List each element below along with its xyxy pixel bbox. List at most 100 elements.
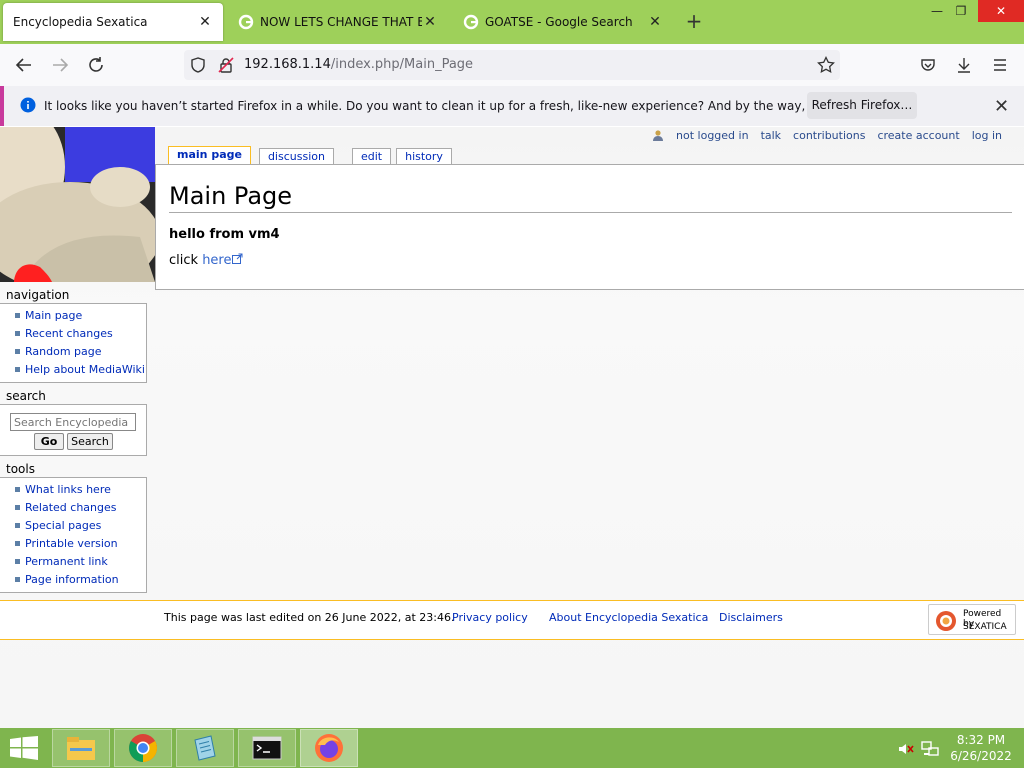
tools-related-changes-link[interactable]: Related changes (0, 500, 146, 518)
clock-date: 6/26/2022 (950, 749, 1012, 763)
tab-main-page[interactable]: main page (168, 146, 251, 164)
search-portlet: Go Search (0, 404, 147, 456)
here-external-link[interactable]: here (202, 253, 231, 268)
tab-now-lets-change-that-bg[interactable]: NOW LETS CHANGE THAT BG ✕ (228, 3, 448, 41)
shield-icon[interactable] (190, 57, 206, 73)
address-bar[interactable]: 192.168.1.14/index.php/Main_Page (184, 50, 840, 80)
nav-main-page-link[interactable]: Main page (0, 308, 146, 326)
close-notification-icon[interactable]: ✕ (994, 96, 1009, 117)
tab-title: Encyclopedia Sexatica (13, 15, 148, 29)
taskbar-notepad[interactable] (176, 729, 234, 767)
create-account-link[interactable]: create account (877, 129, 959, 142)
url-text: 192.168.1.14/index.php/Main_Page (244, 57, 473, 72)
powered-by-badge[interactable]: Powered by SEXATICA (928, 604, 1016, 635)
terminal-icon (252, 736, 282, 760)
windows-taskbar: 8:32 PM 6/26/2022 (0, 728, 1024, 768)
app-menu-button[interactable] (987, 53, 1013, 77)
search-input[interactable] (10, 413, 136, 431)
about-link[interactable]: About Encyclopedia Sexatica (549, 611, 708, 624)
nav-help-link[interactable]: Help about MediaWiki (0, 362, 146, 380)
go-button[interactable]: Go (34, 433, 64, 450)
reload-button[interactable] (83, 53, 109, 77)
page-title: Main Page (169, 182, 1012, 213)
tools-heading: tools (6, 462, 35, 476)
network-icon[interactable] (921, 740, 939, 761)
sunflower-logo-icon (936, 611, 956, 631)
tools-permanent-link[interactable]: Permanent link (0, 554, 146, 572)
forward-button[interactable] (47, 53, 73, 77)
tools-special-pages-link[interactable]: Special pages (0, 518, 146, 536)
taskbar-file-explorer[interactable] (52, 729, 110, 767)
log-in-link[interactable]: log in (972, 129, 1002, 142)
tools-portlet: What links here Related changes Special … (0, 477, 147, 593)
notepad-icon (194, 735, 216, 761)
taskbar-chrome[interactable] (114, 729, 172, 767)
volume-muted-icon[interactable] (898, 741, 914, 760)
url-host: 192.168.1.14 (244, 57, 331, 72)
wiki-logo[interactable] (0, 127, 155, 282)
insecure-lock-icon[interactable] (218, 57, 234, 73)
tab-goatse-google-search[interactable]: GOATSE - Google Search ✕ (453, 3, 673, 41)
contributions-link[interactable]: contributions (793, 129, 865, 142)
taskbar-command-prompt[interactable] (238, 729, 296, 767)
hamburger-menu-icon (994, 59, 1006, 71)
back-arrow-icon (15, 58, 31, 72)
browser-tab-strip: Encyclopedia Sexatica ✕ NOW LETS CHANGE … (0, 0, 1024, 44)
refresh-firefox-button[interactable]: Refresh Firefox… (807, 92, 917, 119)
wiki-page: not logged in talk contributions create … (0, 127, 1024, 728)
pocket-icon (921, 59, 935, 71)
tools-what-links-here-link[interactable]: What links here (0, 482, 146, 500)
not-logged-in-link[interactable]: not logged in (676, 129, 749, 142)
nav-recent-changes-link[interactable]: Recent changes (0, 326, 146, 344)
windows-logo-icon (10, 736, 38, 760)
downloads-button[interactable] (951, 53, 977, 77)
folder-icon (67, 737, 95, 760)
main-content: Main Page hello from vm4 click here (155, 164, 1024, 290)
search-button[interactable]: Search (67, 433, 113, 450)
external-link-icon (232, 253, 243, 264)
chrome-icon (129, 734, 157, 762)
personal-links: not logged in talk contributions create … (652, 129, 1002, 142)
navigation-heading: navigation (6, 288, 70, 302)
privacy-policy-link[interactable]: Privacy policy (452, 611, 528, 624)
hello-text: hello from vm4 (169, 227, 280, 242)
notification-message: It looks like you haven’t started Firefo… (44, 99, 900, 113)
bookmark-star-icon[interactable] (817, 56, 835, 74)
last-edited-text: This page was last edited on 26 June 202… (164, 611, 455, 624)
start-button[interactable] (10, 736, 38, 763)
content-actions: main page discussion edit history (168, 146, 460, 164)
nav-random-page-link[interactable]: Random page (0, 344, 146, 362)
reload-icon (89, 57, 103, 72)
back-button[interactable] (11, 53, 37, 77)
pocket-button[interactable] (915, 53, 941, 77)
tools-printable-version-link[interactable]: Printable version (0, 536, 146, 554)
restore-button[interactable]: ❐ (944, 0, 978, 22)
new-tab-button[interactable]: + (684, 11, 704, 32)
system-clock[interactable]: 8:32 PM 6/26/2022 (948, 732, 1014, 764)
tab-edit[interactable]: edit (351, 148, 392, 164)
disclaimers-link[interactable]: Disclaimers (719, 611, 783, 624)
search-heading: search (6, 389, 46, 403)
tools-page-information-link[interactable]: Page information (0, 572, 146, 590)
tab-discussion[interactable]: discussion (258, 148, 334, 164)
taskbar-firefox[interactable] (300, 729, 358, 767)
clock-time: 8:32 PM (956, 733, 1006, 747)
logo-image (0, 127, 155, 282)
google-icon (238, 14, 254, 30)
forward-arrow-icon (53, 58, 69, 72)
google-icon (463, 14, 479, 30)
click-line: click here (169, 253, 243, 268)
firefox-icon (315, 734, 343, 762)
powered-by-brand: SEXATICA (963, 622, 1007, 632)
close-tab-icon[interactable]: ✕ (197, 14, 213, 30)
close-tab-icon[interactable]: ✕ (422, 14, 438, 30)
window-close-button[interactable]: ✕ (978, 0, 1024, 22)
talk-link[interactable]: talk (761, 129, 781, 142)
info-icon (20, 97, 36, 113)
tab-history[interactable]: history (396, 148, 452, 164)
tab-title: GOATSE - Google Search (485, 15, 633, 29)
tab-encyclopedia-sexatica[interactable]: Encyclopedia Sexatica ✕ (3, 3, 223, 41)
wiki-footer: This page was last edited on 26 June 202… (0, 600, 1024, 640)
user-icon (653, 130, 664, 141)
close-tab-icon[interactable]: ✕ (647, 14, 663, 30)
